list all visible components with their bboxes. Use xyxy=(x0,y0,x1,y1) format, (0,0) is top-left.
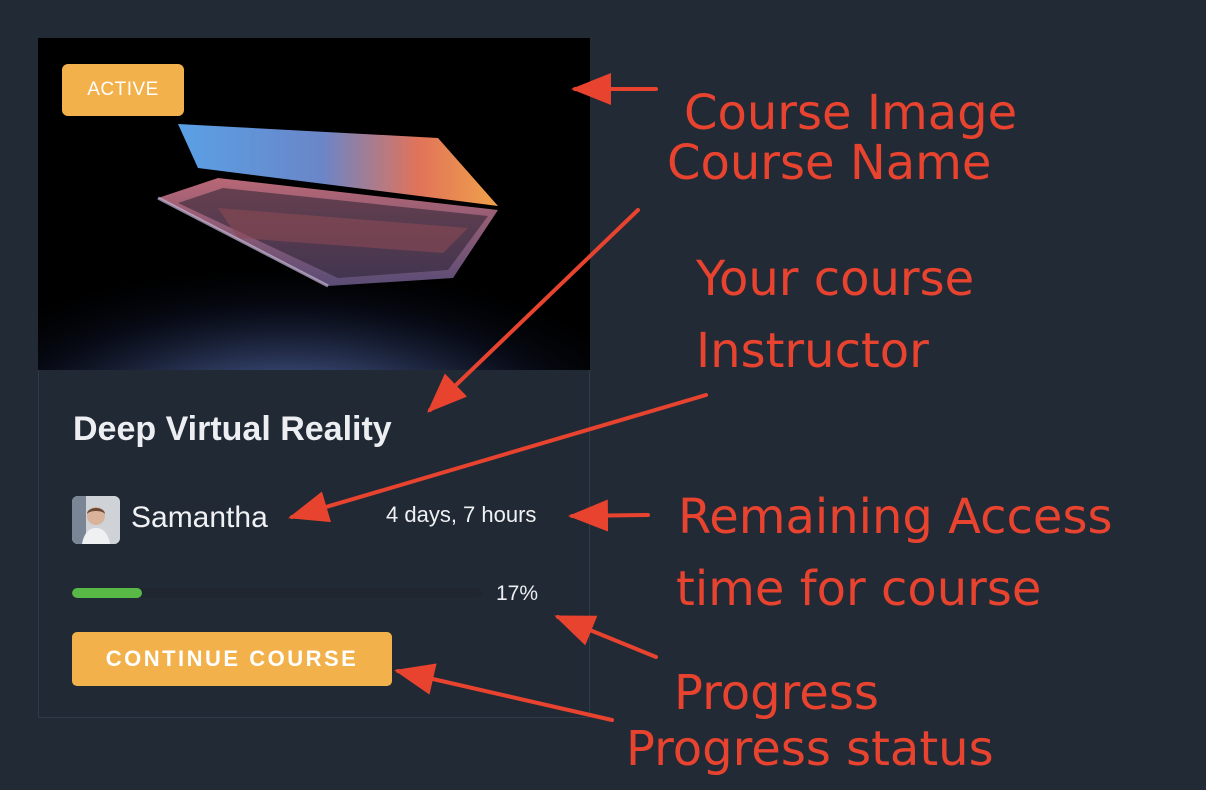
annotation-arrows xyxy=(288,73,708,722)
annotation-remaining-access-line1: Remaining Access xyxy=(678,489,1113,545)
annotation-course-name: Course Name xyxy=(667,135,992,191)
arrow-remaining-access xyxy=(568,499,650,532)
arrow-instructor xyxy=(288,393,708,523)
annotation-course-image: Course Image xyxy=(684,85,1018,141)
arrow-progress xyxy=(394,663,614,722)
annotation-progress-status: Progress status xyxy=(626,721,994,777)
annotation-remaining-access-line2: time for course xyxy=(676,561,1042,617)
annotation-instructor-line1: Your course xyxy=(696,251,975,307)
arrow-progress-status xyxy=(554,615,658,659)
annotation-progress: Progress xyxy=(674,665,879,721)
arrow-course-name xyxy=(427,208,640,413)
annotation-instructor-line2: Instructor xyxy=(696,323,929,379)
